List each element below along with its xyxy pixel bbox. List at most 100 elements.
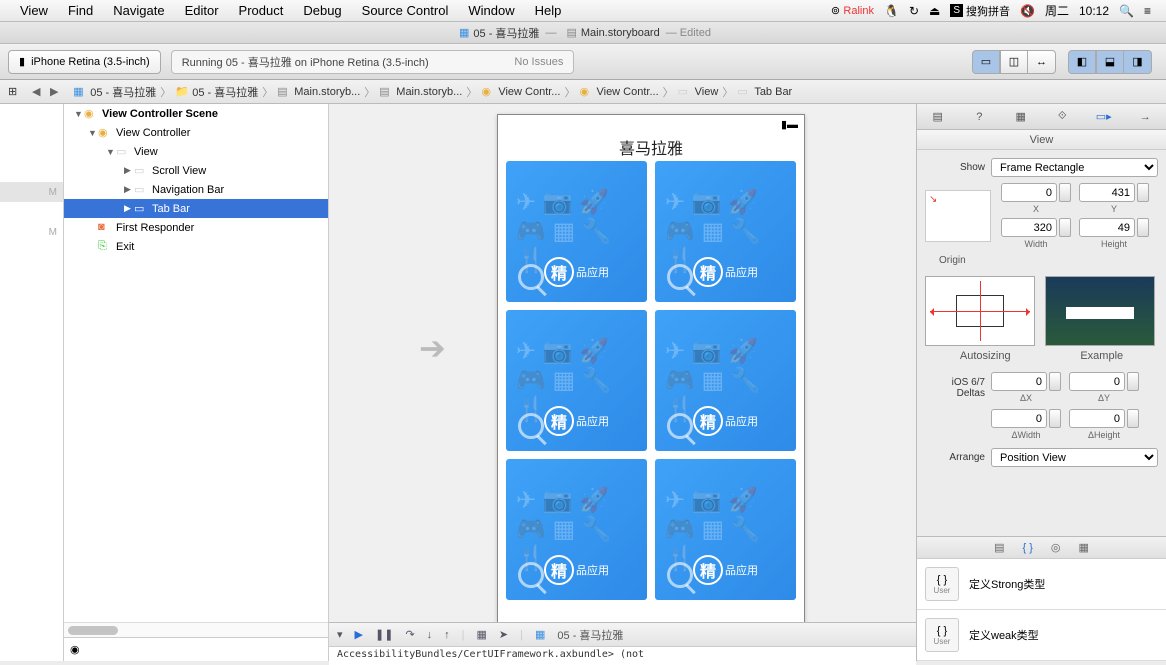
app-tile[interactable]: ✈ 📷 🚀 🎮 ▦ 🔧 🍴 精品应用 [655, 310, 796, 451]
file-template-lib-icon[interactable]: ▤ [994, 541, 1004, 554]
y-stepper[interactable] [1137, 183, 1149, 202]
debug-location-icon[interactable]: ➤ [499, 628, 508, 641]
status-eject-icon[interactable]: ⏏ [924, 4, 945, 18]
menu-window[interactable]: Window [458, 3, 524, 18]
crumb-file1[interactable]: ▤Main.storyb... [273, 85, 364, 99]
height-stepper[interactable] [1137, 218, 1149, 237]
app-tile[interactable]: ✈ 📷 🚀 🎮 ▦ 🔧 🍴 精品应用 [655, 161, 796, 302]
canvas-phone-frame[interactable]: ▮▬ 喜马拉雅 ✈ 📷 🚀 🎮 ▦ 🔧 🍴 精品应用 ✈ 📷 🚀 🎮 ▦ 🔧 🍴… [497, 114, 805, 661]
x-input[interactable] [1001, 183, 1057, 202]
crumb-tabbar[interactable]: ▭Tab Bar [733, 85, 796, 99]
snippet-lib-icon[interactable]: { } [1022, 542, 1032, 554]
menu-product[interactable]: Product [229, 3, 294, 18]
attributes-inspector-icon[interactable]: ⟐ [1051, 107, 1073, 127]
outline-scene[interactable]: ▼◉View Controller Scene [64, 104, 328, 123]
crumb-project[interactable]: ▦05 - 喜马拉雅 [69, 84, 160, 100]
app-tile[interactable]: ✈ 📷 🚀 🎮 ▦ 🔧 🍴 精品应用 [506, 310, 647, 451]
debug-hide-icon[interactable]: ▾ [337, 628, 343, 641]
forward-button[interactable]: ▶ [45, 85, 63, 98]
inspector-section-view: View [917, 130, 1166, 150]
y-input[interactable] [1079, 183, 1135, 202]
autosizing-control[interactable] [925, 276, 1035, 346]
debug-continue-icon[interactable]: ▶ [355, 628, 363, 641]
storyboard-icon: ▤ [566, 26, 576, 39]
status-spotlight-icon[interactable]: 🔍 [1114, 4, 1139, 18]
scheme-selector[interactable]: ▮ iPhone Retina (3.5-inch) [8, 50, 161, 74]
debug-view-hierarchy-icon[interactable]: ▦ [477, 628, 487, 641]
app-tile[interactable]: ✈ 📷 🚀 🎮 ▦ 🔧 🍴 精品应用 [655, 459, 796, 600]
panel-visibility-segmented[interactable]: ◧ ⬓ ◨ [1068, 50, 1152, 74]
crumb-folder[interactable]: 📁05 - 喜马拉雅 [171, 84, 262, 100]
outline-navbar[interactable]: ▶▭Navigation Bar [64, 180, 328, 199]
ib-canvas[interactable]: ➔ ▮▬ 喜马拉雅 ✈ 📷 🚀 🎮 ▦ 🔧 🍴 精品应用 ✈ 📷 🚀 🎮 ▦ 🔧… [329, 104, 916, 661]
menu-find[interactable]: Find [58, 3, 103, 18]
debug-step-out-icon[interactable]: ↑ [444, 629, 450, 641]
arrange-select[interactable]: Position View [991, 448, 1158, 467]
menu-view[interactable]: View [10, 3, 58, 18]
size-inspector-icon[interactable]: ▭▸ [1093, 107, 1115, 127]
crumb-vc[interactable]: ◉View Contr... [575, 85, 662, 99]
dw-input[interactable] [991, 409, 1047, 428]
menu-debug[interactable]: Debug [293, 3, 351, 18]
debug-step-in-icon[interactable]: ↓ [427, 629, 433, 641]
debug-pause-icon[interactable]: ❚❚ [375, 628, 393, 641]
left-panel-icon[interactable]: ◧ [1068, 50, 1096, 74]
standard-editor-icon[interactable]: ▭ [972, 50, 1000, 74]
outline-first-responder[interactable]: ◙First Responder [64, 218, 328, 237]
app-tile[interactable]: ✈ 📷 🚀 🎮 ▦ 🔧 🍴 精品应用 [506, 459, 647, 600]
identity-inspector-icon[interactable]: ▦ [1010, 107, 1032, 127]
x-stepper[interactable] [1059, 183, 1071, 202]
outline-scroll[interactable]: ▶▭Scroll View [64, 161, 328, 180]
debug-console[interactable]: AccessibilityBundles/CertUIFramework.axb… [329, 647, 916, 665]
back-button[interactable]: ◀ [27, 85, 45, 98]
media-lib-icon[interactable]: ▦ [1079, 541, 1089, 554]
outline-tabbar[interactable]: ▶▭Tab Bar [64, 199, 328, 218]
menu-navigate[interactable]: Navigate [103, 3, 174, 18]
height-input[interactable] [1079, 218, 1135, 237]
status-volume-icon[interactable]: 🔇 [1015, 4, 1040, 18]
gutter-marker-1[interactable]: M [0, 182, 63, 202]
gutter-strip: M M [0, 104, 64, 661]
help-inspector-icon[interactable]: ? [968, 107, 990, 127]
activity-issues[interactable]: No Issues [514, 56, 563, 68]
lib-item-strong[interactable]: { }User 定义Strong类型 [917, 559, 1166, 610]
menu-source-control[interactable]: Source Control [352, 3, 459, 18]
dx-input[interactable] [991, 372, 1047, 391]
outline-filter-icon[interactable]: ◉ [70, 643, 80, 656]
crumb-scene[interactable]: ◉View Contr... [477, 85, 564, 99]
crumb-file2[interactable]: ▤Main.storyb... [375, 85, 466, 99]
app-tile[interactable]: ✈ 📷 🚀 🎮 ▦ 🔧 🍴 精品应用 [506, 161, 647, 302]
status-notifications-icon[interactable]: ≡ [1139, 4, 1156, 18]
wifi-icon: ⊚ [827, 4, 843, 17]
menu-editor[interactable]: Editor [175, 3, 229, 18]
width-input[interactable] [1001, 218, 1057, 237]
right-panel-icon[interactable]: ◨ [1124, 50, 1152, 74]
dh-input[interactable] [1069, 409, 1125, 428]
outline-view[interactable]: ▼▭View [64, 142, 328, 161]
debug-target[interactable]: 05 - 喜马拉雅 [557, 627, 623, 643]
object-lib-icon[interactable]: ◎ [1051, 541, 1061, 554]
assistant-editor-icon[interactable]: ◫ [1000, 50, 1028, 74]
crumb-view[interactable]: ▭View [674, 85, 723, 99]
outline-exit[interactable]: ⎘Exit [64, 237, 328, 256]
file-inspector-icon[interactable]: ▤ [927, 107, 949, 127]
editor-mode-segmented[interactable]: ▭ ◫ ↔ [972, 50, 1056, 74]
width-stepper[interactable] [1059, 218, 1071, 237]
status-qq-icon[interactable]: 🐧 [879, 4, 904, 18]
connections-inspector-icon[interactable]: → [1134, 107, 1156, 127]
debug-step-over-icon[interactable]: ↷ [405, 628, 414, 641]
status-ime[interactable]: S搜狗拼音 [945, 3, 1015, 19]
show-select[interactable]: Frame Rectangle [991, 158, 1158, 177]
outline-scrollbar[interactable] [64, 622, 328, 637]
status-sync-icon[interactable]: ↻ [904, 4, 924, 18]
status-ralink[interactable]: ⊚Ralink [822, 4, 879, 17]
dy-input[interactable] [1069, 372, 1125, 391]
version-editor-icon[interactable]: ↔ [1028, 50, 1056, 74]
gutter-marker-2[interactable]: M [0, 222, 63, 242]
related-items-icon[interactable]: ⊞ [4, 85, 21, 98]
bottom-panel-icon[interactable]: ⬓ [1096, 50, 1124, 74]
lib-item-weak[interactable]: { }User 定义weak类型 [917, 610, 1166, 661]
origin-picker[interactable]: ↘ [925, 190, 991, 242]
menu-help[interactable]: Help [525, 3, 572, 18]
outline-vc[interactable]: ▼◉View Controller [64, 123, 328, 142]
